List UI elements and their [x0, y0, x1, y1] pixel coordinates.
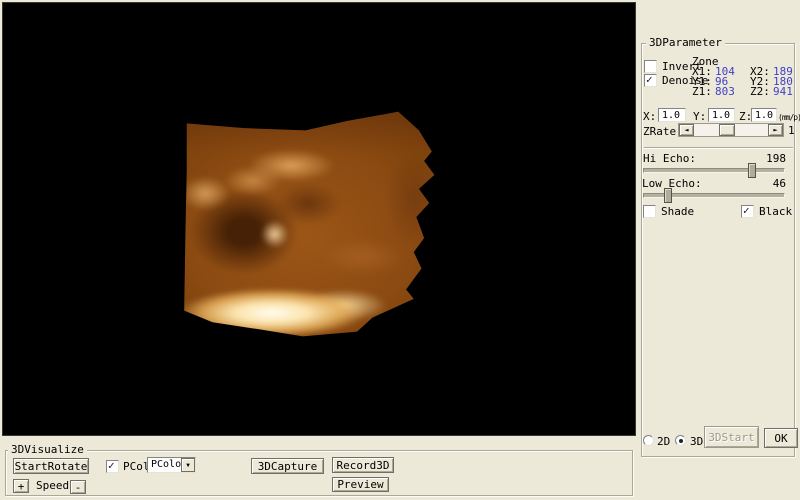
zrate-scrollbar-thumb[interactable] — [719, 124, 735, 136]
visualize-groupbox: 3DVisualize StartRotate + Speed - PColor… — [5, 450, 633, 496]
shade-checkbox[interactable] — [643, 205, 656, 218]
zrate-scroll-right-icon[interactable]: ► — [768, 124, 783, 136]
start-rotate-button[interactable]: StartRotate — [13, 458, 89, 474]
hi-echo-slider-thumb[interactable] — [748, 163, 756, 178]
hi-echo-slider-track[interactable] — [643, 168, 785, 173]
hi-echo-label: Hi Echo: — [643, 153, 696, 165]
speed-label: Speed — [36, 480, 69, 492]
mode-3d-radio[interactable] — [675, 435, 686, 446]
zone-z1-value: 803 — [715, 86, 735, 98]
invert-checkbox[interactable] — [644, 60, 657, 73]
record3d-button[interactable]: Record3D — [332, 457, 394, 473]
zrate-value: 1 — [788, 125, 795, 137]
pcolor-checkbox[interactable] — [106, 460, 119, 473]
ok-button[interactable]: OK — [764, 428, 798, 448]
3dstart-button[interactable]: 3DStart — [704, 426, 759, 448]
mode-2d-radio[interactable] — [643, 435, 654, 446]
black-checkbox[interactable] — [741, 205, 754, 218]
pcolor-dropdown[interactable]: PColor ▼ — [147, 457, 196, 473]
visualize-groupbox-title: 3DVisualize — [8, 443, 87, 457]
speed-minus-button[interactable]: - — [70, 480, 86, 494]
application-window: 3DParameter Invert Denoise Zone X1: 104 … — [0, 0, 800, 500]
scale-y-label: Y: — [693, 111, 706, 123]
zone-z2-label: Z2: — [750, 86, 770, 98]
mode-2d-label: 2D — [657, 436, 670, 448]
zone-z2-value: 941 — [773, 86, 793, 98]
hi-echo-value: 198 — [764, 153, 786, 165]
scale-x-label: X: — [643, 111, 656, 123]
shade-label: Shade — [661, 206, 694, 218]
render-viewport[interactable] — [2, 2, 636, 436]
black-label: Black — [759, 206, 792, 218]
parameter-groupbox: 3DParameter Invert Denoise Zone X1: 104 … — [641, 43, 795, 457]
scale-z-input[interactable] — [751, 108, 777, 122]
separator-line — [644, 147, 793, 149]
ultrasound-volume-texture — [169, 97, 447, 351]
zrate-scrollbar[interactable]: ◄ ► — [678, 123, 784, 137]
low-echo-slider-thumb[interactable] — [664, 188, 672, 203]
preview-button[interactable]: Preview — [332, 477, 389, 492]
3dcapture-button[interactable]: 3DCapture — [251, 458, 324, 474]
scale-x-input[interactable] — [658, 108, 686, 122]
dropdown-arrow-icon[interactable]: ▼ — [181, 458, 195, 472]
zrate-label: ZRate — [643, 126, 676, 138]
zrate-scroll-left-icon[interactable]: ◄ — [679, 124, 694, 136]
mode-3d-label: 3D — [690, 436, 703, 448]
scale-y-input[interactable] — [708, 108, 735, 122]
low-echo-label: Low Echo: — [642, 178, 702, 190]
parameter-groupbox-title: 3DParameter — [646, 36, 725, 50]
zone-z1-label: Z1: — [692, 86, 712, 98]
low-echo-value: 46 — [764, 178, 786, 190]
low-echo-slider-track[interactable] — [643, 193, 785, 198]
denoise-checkbox[interactable] — [644, 74, 657, 87]
ultrasound-volume-render[interactable] — [179, 107, 437, 341]
speed-plus-button[interactable]: + — [13, 479, 29, 493]
